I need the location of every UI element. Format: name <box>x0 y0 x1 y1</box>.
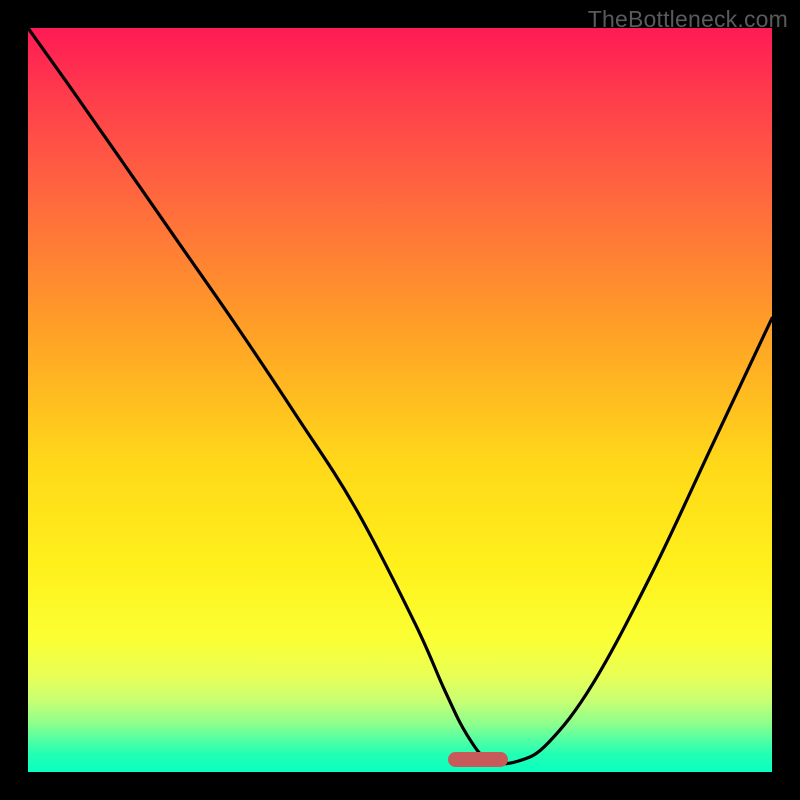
bottleneck-curve <box>28 28 772 772</box>
chart-area <box>28 28 772 772</box>
optimal-marker <box>448 752 508 767</box>
